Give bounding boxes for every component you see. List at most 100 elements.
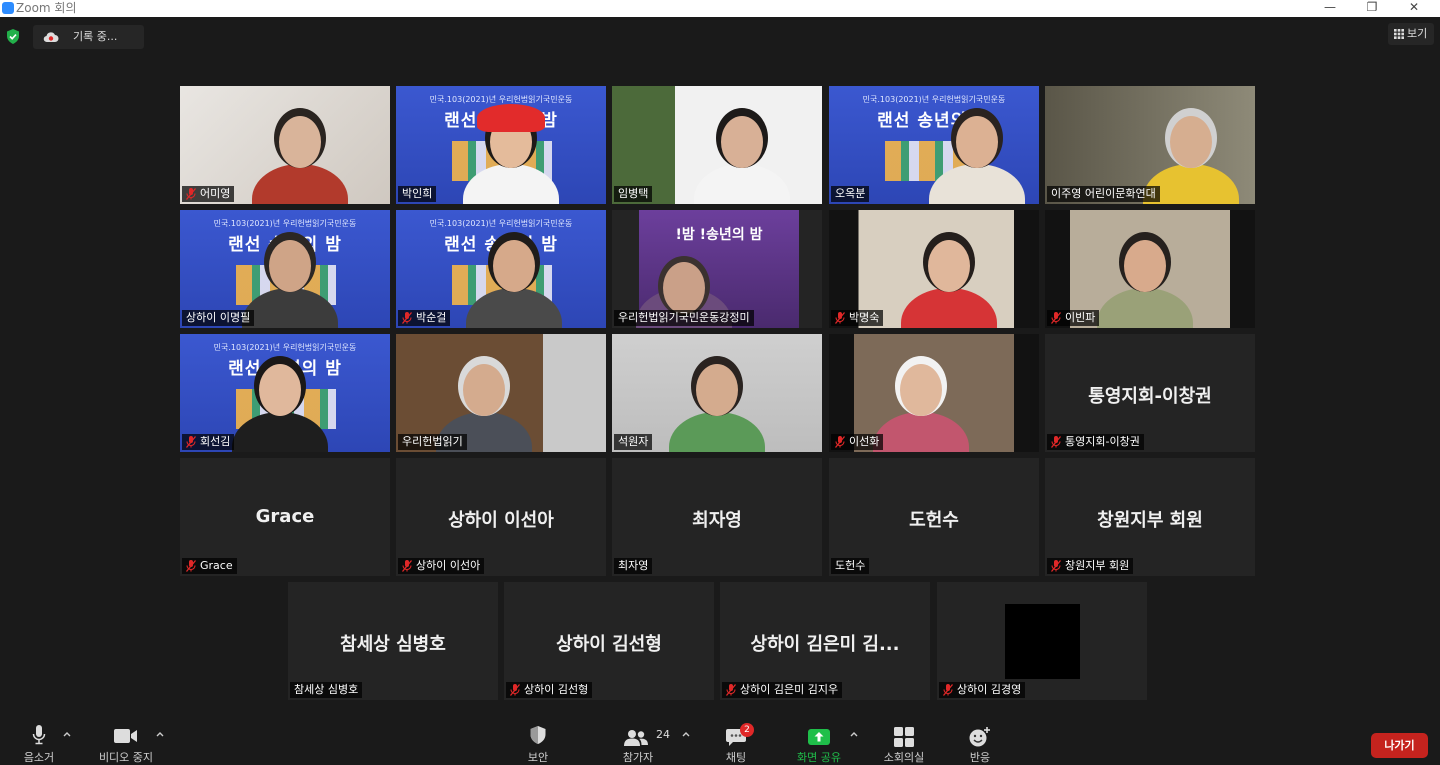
participants-count: 24 [656, 728, 670, 741]
participant-name: 임병택 [618, 187, 649, 200]
participant-name-tile[interactable]: 상하이 이선아 상하이 이선아 [396, 458, 606, 576]
participants-options-caret-icon[interactable] [682, 731, 690, 737]
participant-name-tag: 박명숙 [831, 310, 884, 326]
participant-video-tile[interactable]: 민국.103(2021)년 우리헌법읽기국민운동랜선 송년의 밤오옥분 [829, 86, 1039, 204]
participant-name-tag: 우리헌법읽기국민운동강정미 [614, 310, 754, 326]
breakout-rooms-button[interactable]: 소회의실 [876, 715, 932, 765]
participant-display-name: 최자영 [692, 510, 742, 531]
participant-name-tag: 우리헌법읽기 [398, 434, 467, 450]
participant-video-tile[interactable]: 박명숙 [829, 210, 1039, 328]
video-options-caret-icon[interactable] [156, 731, 164, 737]
banner-subtitle: 민국.103(2021)년 우리헌법읽기국민운동 [429, 219, 573, 228]
participant-name-tag: 통영지회-이창권 [1047, 434, 1144, 450]
muted-microphone-icon [1051, 312, 1061, 324]
participant-name-tile[interactable]: 상하이 김경영 [937, 582, 1147, 700]
participant-video-tile[interactable]: 민국.103(2021)년 우리헌법읽기국민운동랜선 송년의 밤회선김 [180, 334, 390, 452]
participant-name-tag: 이주영 어린이문화연대 [1047, 186, 1160, 202]
view-button[interactable]: 보기 [1388, 23, 1434, 45]
leave-meeting-button[interactable]: 나가기 [1371, 733, 1428, 758]
window-titlebar: Zoom 회의 — ❐ ✕ [0, 0, 1440, 17]
banner-subtitle: 민국.103(2021)년 우리헌법읽기국민운동 [213, 219, 357, 228]
share-screen-button[interactable]: 화면 공유 [788, 715, 850, 765]
view-label: 보기 [1407, 27, 1428, 40]
participant-name-tag: 임병택 [614, 186, 653, 202]
participant-name-tile[interactable]: 최자영 최자영 [612, 458, 822, 576]
participants-button[interactable]: 24 참가자 [612, 715, 670, 765]
participant-name: Grace [200, 559, 233, 572]
muted-microphone-icon [402, 560, 412, 572]
participant-name-tag: 어미영 [182, 186, 235, 202]
participant-name-tile[interactable]: 상하이 김은미 김... 상하이 김은미 김지우 [720, 582, 930, 700]
share-options-caret-icon[interactable] [850, 731, 858, 737]
participant-video-tile[interactable]: !밤 !송년의 밤 우리헌법읽기국민운동강정미 [612, 210, 822, 328]
close-icon[interactable]: ✕ [1394, 0, 1434, 17]
participant-name: 회선김 [200, 435, 231, 448]
participant-video-tile[interactable]: 우리헌법읽기 [396, 334, 606, 452]
mute-button[interactable]: 음소거 [8, 715, 70, 765]
participant-name: 박명숙 [849, 311, 880, 324]
security-button[interactable]: 보안 [513, 715, 563, 765]
stop-video-button[interactable]: 비디오 중지 [88, 715, 164, 765]
participant-display-name: 상하이 김선형 [556, 634, 662, 655]
participant-name-tile[interactable]: 창원지부 회원 창원지부 회원 [1045, 458, 1255, 576]
participant-name: 창원지부 회원 [1065, 559, 1130, 572]
participant-video-tile[interactable]: 민국.103(2021)년 우리헌법읽기국민운동랜선 송년의 밤상하이 이명필 [180, 210, 390, 328]
zoom-logo-icon [2, 2, 14, 14]
participant-display-name: 도헌수 [909, 510, 959, 531]
recording-indicator[interactable]: 기록 중... [33, 25, 144, 49]
recording-label: 기록 중... [73, 30, 118, 43]
audio-options-caret-icon[interactable] [63, 731, 71, 737]
participant-name-tile[interactable]: 도헌수 도헌수 [829, 458, 1039, 576]
participant-name-tile[interactable]: 상하이 김선형 상하이 김선형 [504, 582, 714, 700]
muted-microphone-icon [835, 312, 845, 324]
participant-video-tile[interactable]: 이빈파 [1045, 210, 1255, 328]
participant-video-tile[interactable]: 민국.103(2021)년 우리헌법읽기국민운동랜선 송년의 밤박인희 [396, 86, 606, 204]
participant-name-tag: 상하이 이선아 [398, 558, 485, 574]
security-shield-icon [530, 726, 546, 744]
participant-video-tile[interactable]: 임병택 [612, 86, 822, 204]
participant-name-tag: 상하이 김선형 [506, 682, 593, 698]
participant-display-name: Grace [255, 506, 315, 527]
participant-name-tile[interactable]: 참세상 심병호 참세상 심병호 [288, 582, 498, 700]
participants-label: 참가자 [622, 751, 654, 764]
banner-title: 랜선 송년의 밤 [877, 111, 991, 131]
banner-subtitle: 민국.103(2021)년 우리헌법읽기국민운동 [213, 343, 357, 352]
video-camera-icon [114, 729, 137, 743]
muted-microphone-icon [1051, 436, 1061, 448]
participant-name: 우리헌법읽기 [402, 435, 463, 448]
participant-video-tile[interactable]: 어미영 [180, 86, 390, 204]
reactions-button[interactable]: 반응 [958, 715, 1002, 765]
participant-name-tag: 오옥분 [831, 186, 870, 202]
participant-name: 상하이 김선형 [524, 683, 589, 696]
encryption-shield-icon[interactable] [6, 29, 20, 44]
participant-name-tile[interactable]: 통영지회-이창권 통영지회-이창권 [1045, 334, 1255, 452]
participant-video-tile[interactable]: 이선화 [829, 334, 1039, 452]
participant-name: 이빈파 [1065, 311, 1096, 324]
participant-name: 석원자 [618, 435, 649, 448]
participant-name: 최자영 [618, 559, 649, 572]
participant-name-tag: 박순걸 [398, 310, 451, 326]
participant-name: 이주영 어린이문화연대 [1051, 187, 1156, 200]
reactions-label: 반응 [969, 751, 991, 764]
participant-display-name: 통영지회-이창권 [1088, 386, 1212, 407]
participant-video-tile[interactable]: 민국.103(2021)년 우리헌법읽기국민운동랜선 송년의 밤박순걸 [396, 210, 606, 328]
minimize-icon[interactable]: — [1310, 0, 1350, 17]
restore-icon[interactable]: ❐ [1352, 0, 1392, 17]
participant-display-name: 상하이 김은미 김... [750, 634, 900, 655]
breakout-rooms-label: 소회의실 [883, 751, 925, 764]
participant-video-tile[interactable]: 석원자 [612, 334, 822, 452]
grid-view-icon [1394, 29, 1404, 39]
muted-microphone-icon [186, 560, 196, 572]
participant-name: 박인희 [402, 187, 433, 200]
participant-name: 박순걸 [416, 311, 447, 324]
chat-label: 채팅 [725, 751, 747, 764]
participant-video-tile[interactable]: 이주영 어린이문화연대 [1045, 86, 1255, 204]
muted-microphone-icon [186, 436, 196, 448]
muted-microphone-icon [835, 436, 845, 448]
participant-name: 도헌수 [835, 559, 866, 572]
participant-display-name: 참세상 심병호 [340, 634, 446, 655]
participant-name-tile[interactable]: Grace Grace [180, 458, 390, 576]
participant-name: 상하이 이선아 [416, 559, 481, 572]
chat-button[interactable]: 2 채팅 [712, 715, 760, 765]
banner-subtitle: 민국.103(2021)년 우리헌법읽기국민운동 [862, 95, 1006, 104]
